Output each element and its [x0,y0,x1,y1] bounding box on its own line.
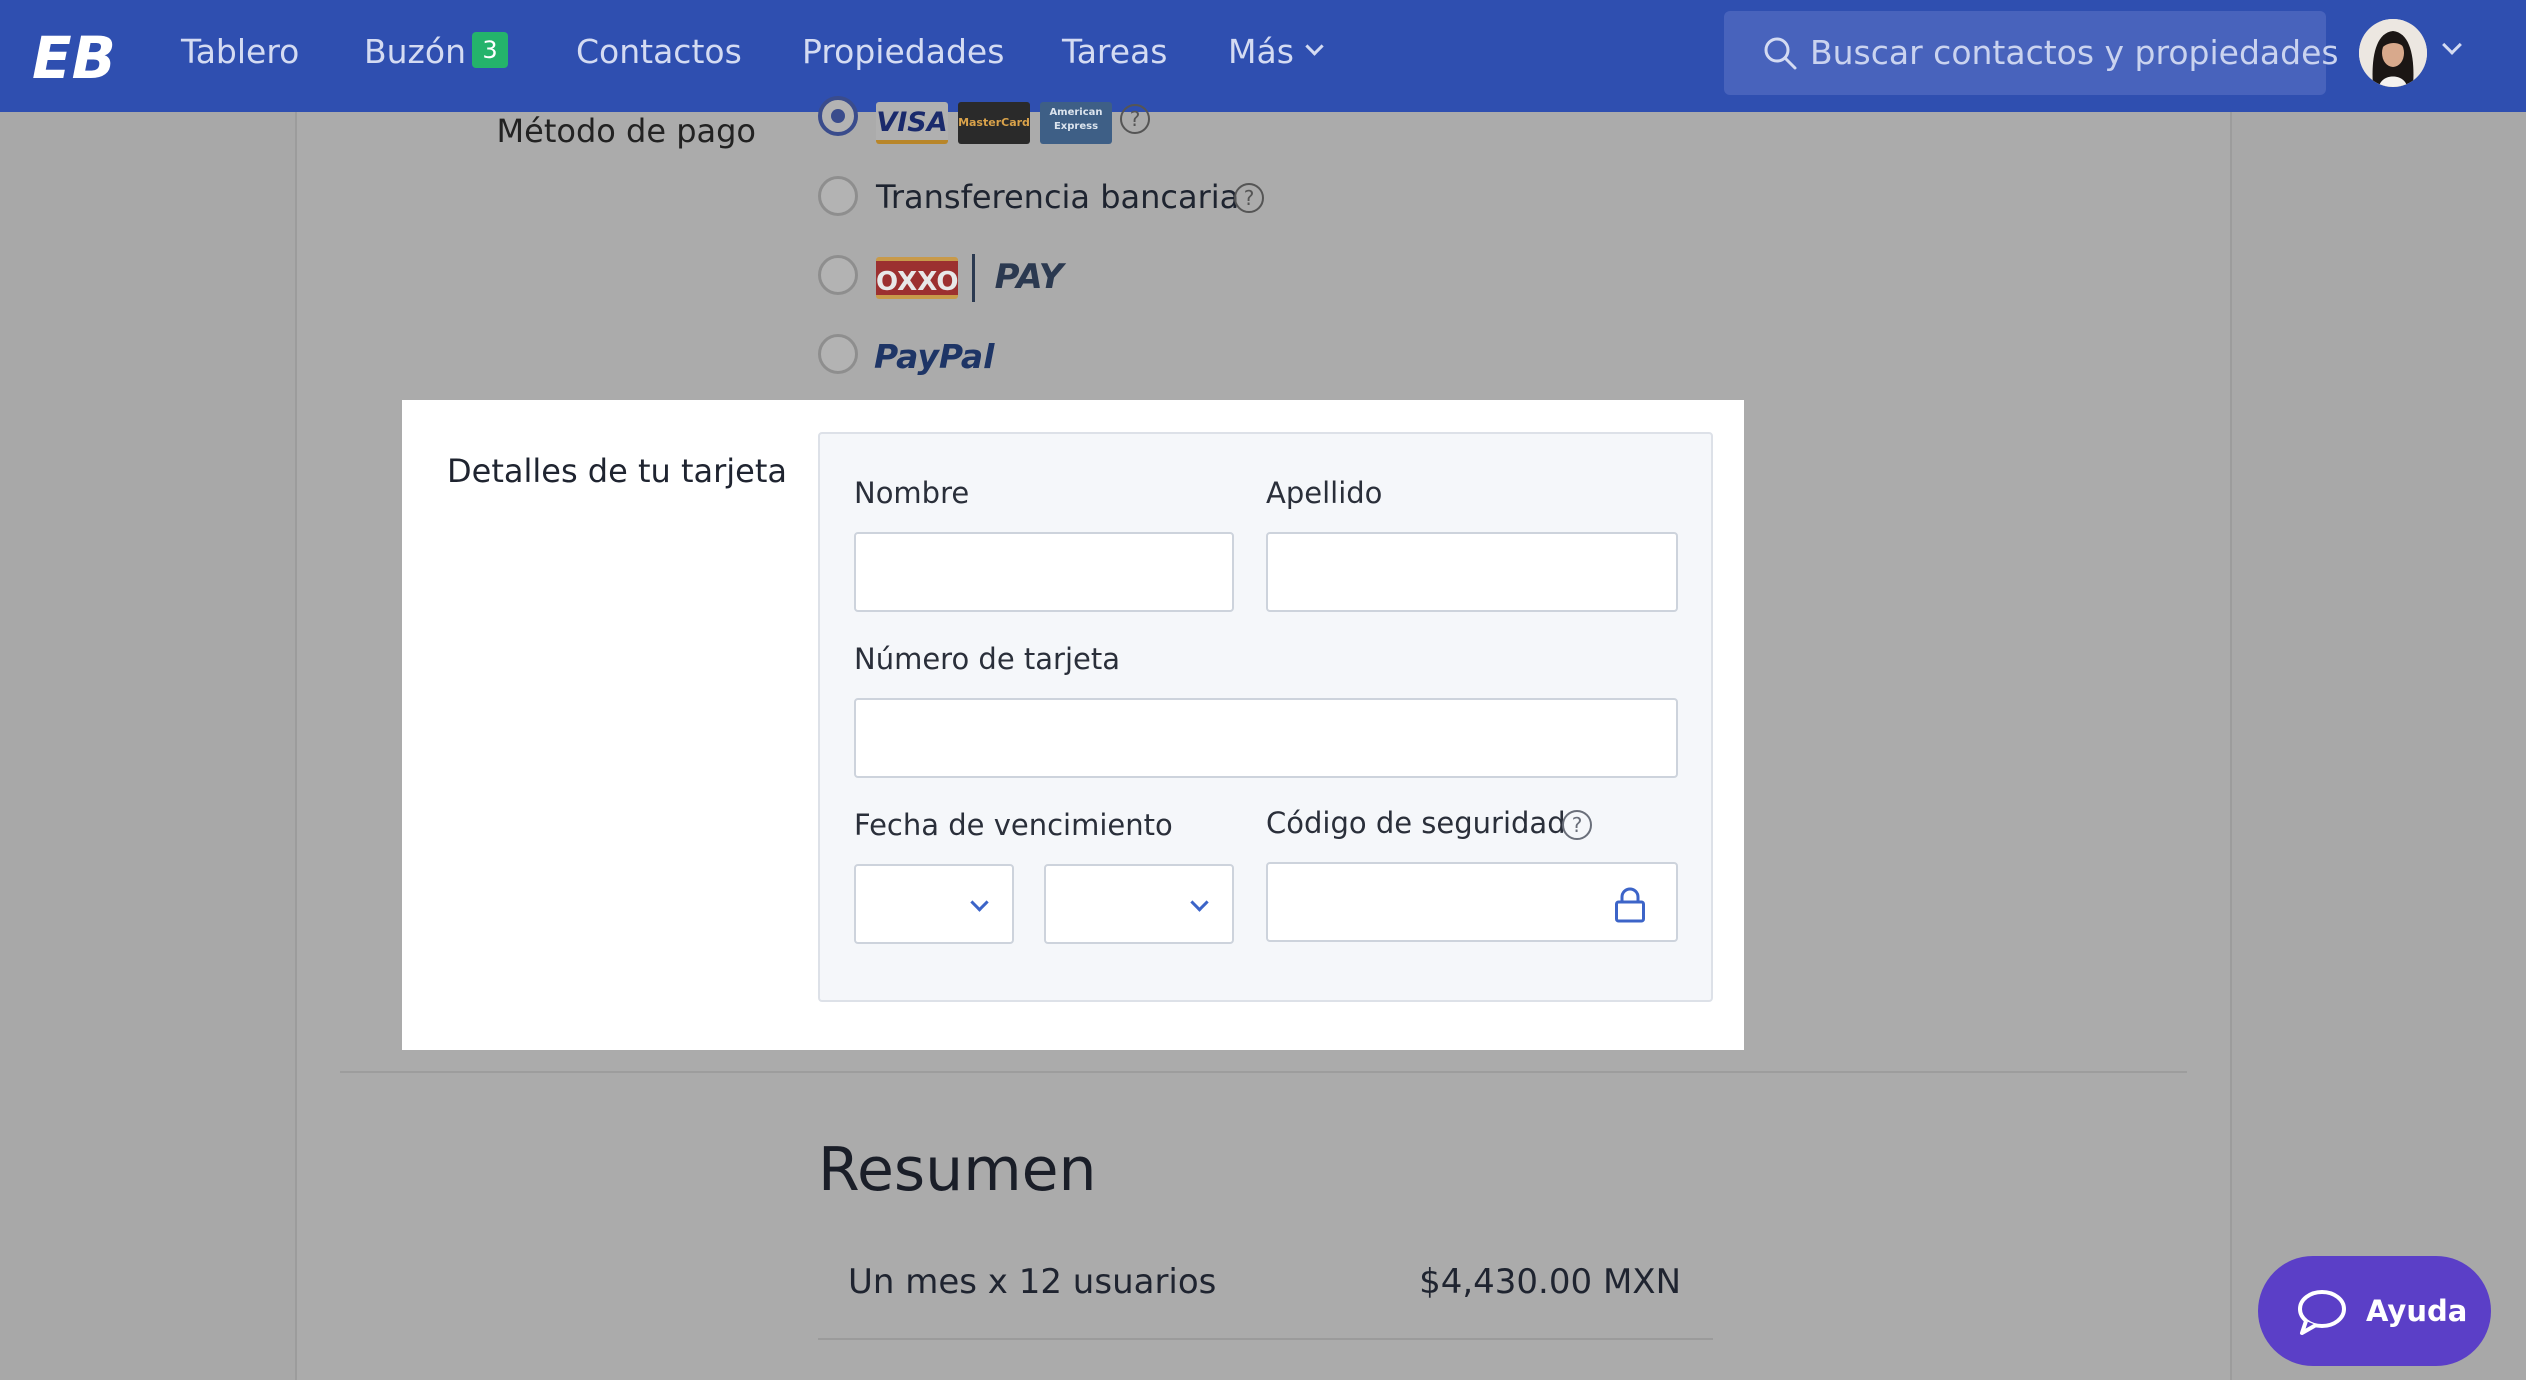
summary-row-value: $4,430.00 MXN [1419,1262,1681,1302]
expiry-label: Fecha de vencimiento [854,808,1173,842]
bank-transfer-label: Transferencia bancaria [876,178,1240,216]
nav-item-propiedades[interactable]: Propiedades [802,0,1004,104]
expiry-year-select[interactable] [1044,864,1234,944]
cvc-label: Código de seguridad [1266,806,1566,840]
paypal-logo-icon: PayPal [874,337,995,376]
chevron-down-icon[interactable] [2442,35,2462,55]
card-number-input[interactable] [854,698,1678,778]
logo-icon[interactable]: EB [32,22,118,88]
payment-method-label: Método de pago [496,112,756,150]
summary-divider [818,1338,1713,1340]
chevron-down-icon [1190,893,1209,912]
nav-item-contactos[interactable]: Contactos [576,0,742,104]
expiry-month-select[interactable] [854,864,1014,944]
summary-title: Resumen [818,1135,1097,1205]
help-button-label: Ayuda [2366,1294,2468,1328]
radio-oxxo-pay[interactable] [818,255,858,295]
last-name-label: Apellido [1266,476,1383,510]
nav-item-buzon[interactable]: Buzón 3 [364,0,508,104]
nav-item-label: Buzón [364,32,466,71]
nav-item-label: Tareas [1062,32,1168,71]
summary-row-label: Un mes x 12 usuarios [848,1262,1217,1302]
radio-paypal[interactable] [818,334,858,374]
nav-item-label: Más [1228,32,1294,71]
first-name-label: Nombre [854,476,970,510]
lock-icon [1615,887,1645,923]
svg-text:EB: EB [32,24,116,88]
help-chat-button[interactable]: Ayuda [2258,1256,2491,1366]
pay-logo-icon: PAY [994,257,1064,297]
chat-icon [2298,1290,2346,1335]
card-details-label: Detalles de tu tarjeta [447,452,788,490]
nav-item-tareas[interactable]: Tareas [1062,0,1167,104]
help-icon[interactable]: ? [1562,810,1592,840]
chevron-down-icon [970,893,989,912]
visa-logo-icon: VISA [876,102,948,144]
nav-item-label: Contactos [576,32,742,71]
search-icon [1764,37,1797,70]
radio-card[interactable] [818,96,858,136]
section-divider [340,1071,2187,1073]
search-placeholder: Buscar contactos y propiedades [1810,33,2339,72]
oxxo-separator [972,254,975,302]
search-input[interactable]: Buscar contactos y propiedades [1724,11,2339,95]
unread-count-badge: 3 [471,32,508,68]
last-name-input[interactable] [1266,532,1678,612]
card-form: Nombre Apellido Número de tarjeta Fecha … [818,432,1713,1002]
nav-item-mas[interactable]: Más [1228,0,1324,104]
amex-logo-icon: American Express [1040,102,1112,144]
nav-item-tablero[interactable]: Tablero [181,0,299,104]
avatar-image [2359,19,2427,87]
help-icon[interactable]: ? [1234,183,1264,213]
mastercard-logo-icon: MasterCard [958,102,1030,144]
nav-item-label: Tablero [181,32,300,71]
cvc-input[interactable] [1266,862,1678,942]
first-name-input[interactable] [854,532,1234,612]
card-details-panel: Detalles de tu tarjeta Nombre Apellido N… [402,400,1744,1050]
oxxo-logo-icon: OXXO [876,257,958,299]
help-icon[interactable]: ? [1120,104,1150,134]
user-avatar[interactable] [2359,19,2427,87]
chevron-down-icon [1305,37,1324,56]
radio-bank-transfer[interactable] [818,176,858,216]
nav-item-label: Propiedades [802,32,1005,71]
card-number-label: Número de tarjeta [854,642,1120,676]
top-navbar: EB Tablero Buzón 3 Contactos Propiedades … [0,0,2526,112]
